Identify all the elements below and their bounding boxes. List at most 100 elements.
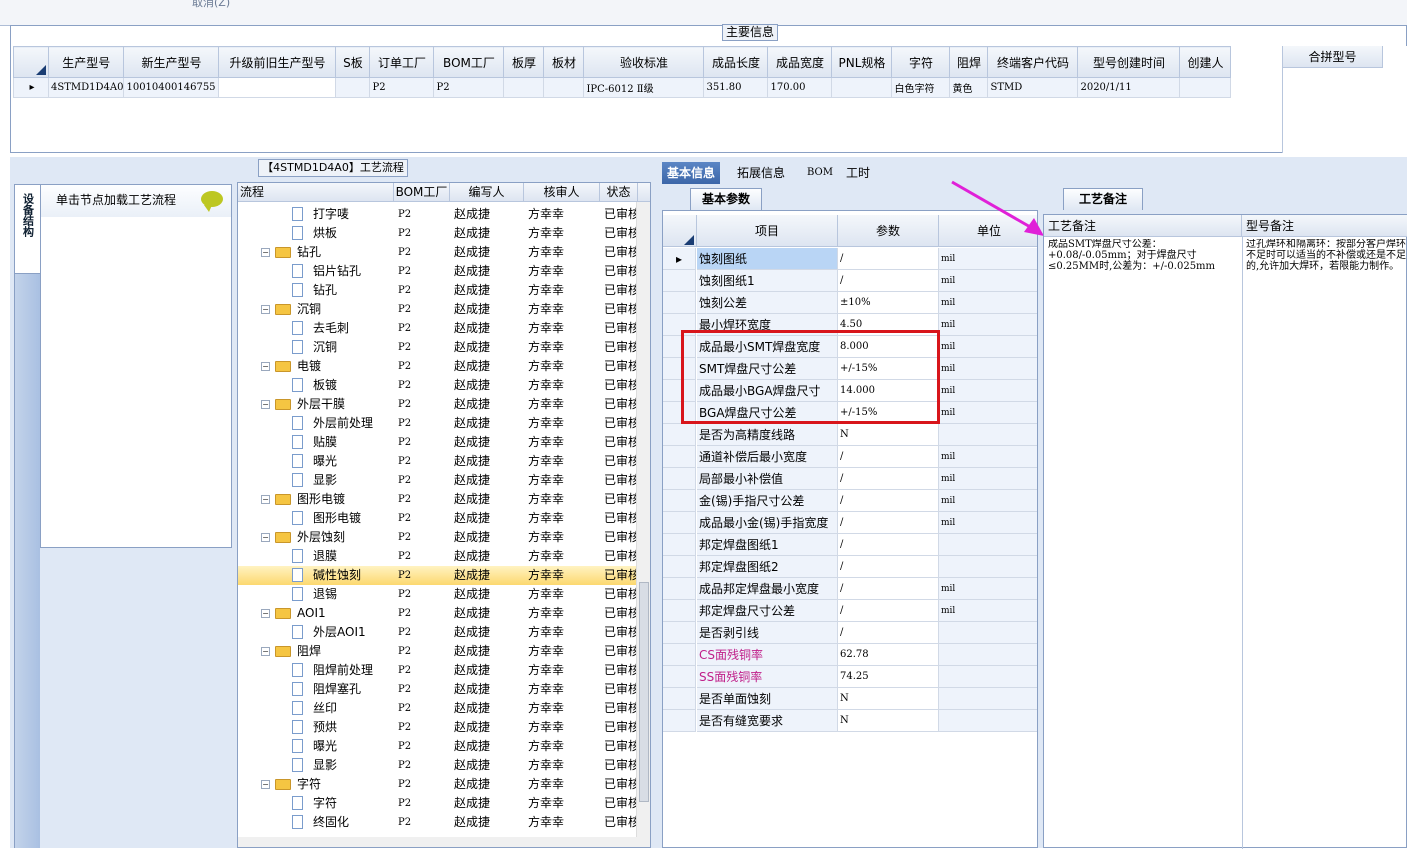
- param-row[interactable]: 金(锡)手指尺寸公差 / mil: [663, 490, 1037, 512]
- main-col-header[interactable]: 型号创建时间: [1077, 46, 1181, 78]
- main-col-header[interactable]: 创建人: [1179, 46, 1232, 78]
- equipment-structure-tab[interactable]: 设备结构: [14, 184, 40, 274]
- params-col-value[interactable]: 参数: [838, 215, 939, 247]
- collapse-toggle-icon[interactable]: −: [261, 248, 270, 257]
- param-row[interactable]: 通道补偿后最小宽度 / mil: [663, 446, 1037, 468]
- param-row[interactable]: 是否为高精度线路 N: [663, 424, 1037, 446]
- main-col-header[interactable]: 验收标准: [583, 46, 705, 78]
- param-row[interactable]: 是否单面蚀刻 N: [663, 688, 1037, 710]
- main-cell[interactable]: 10010400146755: [123, 77, 220, 98]
- main-col-header[interactable]: 成品宽度: [767, 46, 833, 78]
- tree-row[interactable]: 终固化 P2 赵成捷 方幸幸 已审核: [238, 813, 638, 832]
- tab-work-hours[interactable]: 工时: [841, 162, 875, 184]
- param-value[interactable]: /: [838, 270, 939, 292]
- main-cell[interactable]: P2: [433, 77, 505, 98]
- main-cell[interactable]: [1179, 77, 1232, 98]
- main-col-header[interactable]: 订单工厂: [369, 46, 435, 78]
- tree-col-editor[interactable]: 编写人: [450, 183, 524, 202]
- scroll-thumb[interactable]: [639, 582, 649, 802]
- collapse-toggle-icon[interactable]: −: [261, 305, 270, 314]
- param-row[interactable]: SS面残铜率 74.25: [663, 666, 1037, 688]
- param-value[interactable]: 62.78: [838, 644, 939, 666]
- param-value[interactable]: /: [838, 512, 939, 534]
- collapse-toggle-icon[interactable]: −: [261, 780, 270, 789]
- main-col-header[interactable]: 板材: [543, 46, 585, 78]
- main-col-header[interactable]: S板: [335, 46, 371, 78]
- main-cell[interactable]: [335, 77, 371, 98]
- main-cell[interactable]: P2: [369, 77, 435, 98]
- tree-row[interactable]: 碱性蚀刻 P2 赵成捷 方幸幸 已审核: [238, 566, 638, 585]
- param-value[interactable]: /: [838, 446, 939, 468]
- param-value[interactable]: /: [838, 600, 939, 622]
- tree-row[interactable]: − AOI1 P2 赵成捷 方幸幸 已审核: [238, 604, 638, 623]
- cancel-menu-label[interactable]: 取消(Z): [192, 0, 230, 10]
- param-value[interactable]: /: [838, 556, 939, 578]
- main-cell[interactable]: 黄色: [949, 77, 989, 98]
- main-col-header[interactable]: PNL规格: [831, 46, 893, 78]
- tree-row[interactable]: 外层AOI1 P2 赵成捷 方幸幸 已审核: [238, 623, 638, 642]
- main-col-header[interactable]: 新生产型号: [123, 46, 220, 78]
- process-notes-tab[interactable]: 工艺备注: [1063, 188, 1143, 210]
- tree-col-flow[interactable]: 流程: [238, 183, 394, 202]
- main-cell[interactable]: 白色字符: [891, 77, 951, 98]
- tree-row[interactable]: − 字符 P2 赵成捷 方幸幸 已审核: [238, 775, 638, 794]
- tree-row[interactable]: 图形电镀 P2 赵成捷 方幸幸 已审核: [238, 509, 638, 528]
- param-row[interactable]: ▸ 蚀刻图纸 / mil: [663, 248, 1037, 270]
- tree-row[interactable]: 退锡 P2 赵成捷 方幸幸 已审核: [238, 585, 638, 604]
- tree-row[interactable]: 外层前处理 P2 赵成捷 方幸幸 已审核: [238, 414, 638, 433]
- collapse-toggle-icon[interactable]: −: [261, 362, 270, 371]
- tree-row[interactable]: 铝片钻孔 P2 赵成捷 方幸幸 已审核: [238, 262, 638, 281]
- main-cell[interactable]: IPC-6012 Ⅱ级: [583, 77, 705, 98]
- param-row[interactable]: 邦定焊盘图纸1/: [663, 534, 1037, 556]
- tree-col-status[interactable]: 状态: [600, 183, 638, 202]
- param-value[interactable]: N: [838, 424, 939, 446]
- main-col-header[interactable]: 生产型号: [47, 46, 125, 78]
- tree-row[interactable]: − 阻焊 P2 赵成捷 方幸幸 已审核: [238, 642, 638, 661]
- param-value[interactable]: /: [838, 248, 939, 270]
- tab-basic-info[interactable]: 基本信息: [662, 162, 721, 184]
- tree-horizontal-scrollbar[interactable]: [238, 837, 638, 847]
- speech-bubble-icon[interactable]: [201, 191, 223, 212]
- main-cell[interactable]: [503, 77, 545, 98]
- main-col-header[interactable]: 板厚: [503, 46, 545, 78]
- main-col-header[interactable]: 成品长度: [703, 46, 769, 78]
- param-row[interactable]: 是否有缝宽要求 N: [663, 710, 1037, 732]
- main-cell[interactable]: 2020/1/11: [1077, 77, 1181, 98]
- main-col-header[interactable]: 字符: [891, 46, 951, 78]
- main-cell[interactable]: [831, 77, 893, 98]
- collapse-toggle-icon[interactable]: −: [261, 647, 270, 656]
- param-value[interactable]: ±10%: [838, 292, 939, 314]
- tab-extended-info[interactable]: 拓展信息: [732, 162, 790, 184]
- tree-row[interactable]: − 外层干膜 P2 赵成捷 方幸幸 已审核: [238, 395, 638, 414]
- param-value[interactable]: /: [838, 468, 939, 490]
- tree-row[interactable]: − 钻孔 P2 赵成捷 方幸幸 已审核: [238, 243, 638, 262]
- main-cell[interactable]: 351.80: [703, 77, 769, 98]
- main-cell[interactable]: [543, 77, 585, 98]
- table-row[interactable]: ▸ 4STMD1D4A0 10010400146755 P2 P2 IPC-6012 Ⅱ…: [13, 77, 1232, 98]
- param-row[interactable]: 蚀刻图纸1/mil: [663, 270, 1037, 292]
- tree-row[interactable]: 沉铜 P2 赵成捷 方幸幸 已审核: [238, 338, 638, 357]
- tree-row[interactable]: 显影 P2 赵成捷 方幸幸 已审核: [238, 471, 638, 490]
- main-col-header[interactable]: 终端客户代码: [987, 46, 1079, 78]
- tab-bom[interactable]: BOM: [802, 162, 838, 184]
- tree-row[interactable]: 字符 P2 赵成捷 方幸幸 已审核: [238, 794, 638, 813]
- tree-row[interactable]: 贴膜 P2 赵成捷 方幸幸 已审核: [238, 433, 638, 452]
- tree-row[interactable]: 阻焊前处理 P2 赵成捷 方幸幸 已审核: [238, 661, 638, 680]
- tree-vertical-scrollbar[interactable]: [636, 202, 650, 847]
- main-cell[interactable]: STMD: [987, 77, 1079, 98]
- param-row[interactable]: 是否剥引线 /: [663, 622, 1037, 644]
- param-row[interactable]: 成品最小金(锡)手指宽度 / mil: [663, 512, 1037, 534]
- tree-row[interactable]: − 图形电镀 P2 赵成捷 方幸幸 已审核: [238, 490, 638, 509]
- tree-row[interactable]: 预烘 P2 赵成捷 方幸幸 已审核: [238, 718, 638, 737]
- param-value[interactable]: /: [838, 534, 939, 556]
- main-col-header[interactable]: 升级前旧生产型号: [218, 46, 337, 78]
- param-row[interactable]: 邦定焊盘图纸2/: [663, 556, 1037, 578]
- param-value[interactable]: 74.25: [838, 666, 939, 688]
- param-row[interactable]: 蚀刻公差 ±10% mil: [663, 292, 1037, 314]
- collapse-toggle-icon[interactable]: −: [261, 400, 270, 409]
- main-cell[interactable]: 170.00: [767, 77, 833, 98]
- tree-row[interactable]: 板镀 P2 赵成捷 方幸幸 已审核: [238, 376, 638, 395]
- main-cell[interactable]: [218, 77, 337, 98]
- tree-row[interactable]: 退膜 P2 赵成捷 方幸幸 已审核: [238, 547, 638, 566]
- collapse-toggle-icon[interactable]: −: [261, 533, 270, 542]
